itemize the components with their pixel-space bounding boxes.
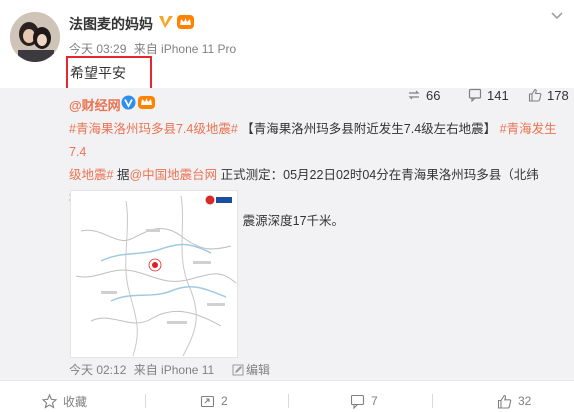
post-source: 来自 iPhone 11 Pro: [133, 42, 237, 56]
repost-headline: 【青海果洛州玛多县附近发生7.4级左右地震】: [241, 122, 497, 136]
repost-meta: 今天 02:12 来自 iPhone 11: [69, 361, 218, 378]
chevron-down-icon[interactable]: [551, 12, 563, 20]
like-count: 32: [518, 394, 532, 408]
separator: [288, 394, 289, 408]
comment-count: 7: [371, 394, 378, 408]
separator: [145, 394, 146, 408]
verified-v-icon: [159, 16, 173, 28]
like-button[interactable]: 32: [497, 391, 531, 411]
repost-card: @财经网 #青海果洛州玛多县7.4级地震# 【青海果洛州玛多县附近发生7.4级左…: [0, 88, 574, 380]
comment-icon: [468, 88, 482, 103]
repost-button[interactable]: 2: [200, 391, 228, 411]
repost-icon: [408, 90, 420, 100]
post-meta: 今天 03:29 来自 iPhone 11 Pro: [69, 40, 240, 57]
verified-v-blue-icon: [121, 95, 136, 110]
mention-link[interactable]: @中国地震台网: [129, 168, 217, 182]
post-time[interactable]: 今天 03:29: [69, 42, 126, 56]
repost-source: 来自 iPhone 11: [133, 363, 215, 377]
repost-icon: [200, 395, 215, 407]
repost-repost-action[interactable]: 66: [407, 88, 440, 103]
repost-author[interactable]: @财经网: [69, 95, 121, 114]
post-actions-bar: 收藏 2 7 32: [0, 391, 574, 411]
star-icon: [42, 393, 57, 409]
edit-icon: [232, 364, 244, 376]
topic-link[interactable]: #青海果洛州玛多县7.4级地震#: [69, 122, 238, 136]
repost-edit[interactable]: 编辑: [232, 361, 270, 378]
earthquake-map-image[interactable]: [70, 190, 238, 358]
post-text: 希望平安: [70, 65, 126, 81]
divider: [0, 380, 574, 381]
vip-crown-icon[interactable]: [176, 13, 195, 31]
repost-repost-count: 66: [426, 88, 441, 103]
repost-via: 据: [116, 168, 130, 182]
repost-comment-count: 141: [487, 88, 509, 103]
vip-crown-icon[interactable]: [137, 94, 156, 111]
favorite-label: 收藏: [63, 394, 88, 409]
separator: [432, 394, 433, 408]
edit-label: 编辑: [246, 363, 271, 377]
repost-comment-action[interactable]: 141: [468, 88, 509, 103]
repost-count: 2: [221, 394, 228, 408]
repost-like-count: 178: [547, 88, 569, 103]
author-name[interactable]: 法图麦的妈妈: [69, 14, 153, 34]
repost-like-action[interactable]: 178: [528, 88, 569, 103]
thumbs-up-icon: [497, 394, 512, 409]
weibo-post: 法图麦的妈妈 今天 03:29 来自 iPhone 11 Pro 希望平安 @财…: [0, 0, 574, 412]
repost-time[interactable]: 今天 02:12: [69, 363, 126, 377]
avatar[interactable]: [10, 12, 60, 62]
favorite-button[interactable]: 收藏: [42, 391, 87, 411]
thumbs-up-icon: [528, 88, 542, 102]
comment-button[interactable]: 7: [350, 391, 378, 411]
topic-link[interactable]: 级地震#: [69, 168, 113, 182]
comment-icon: [350, 394, 365, 409]
